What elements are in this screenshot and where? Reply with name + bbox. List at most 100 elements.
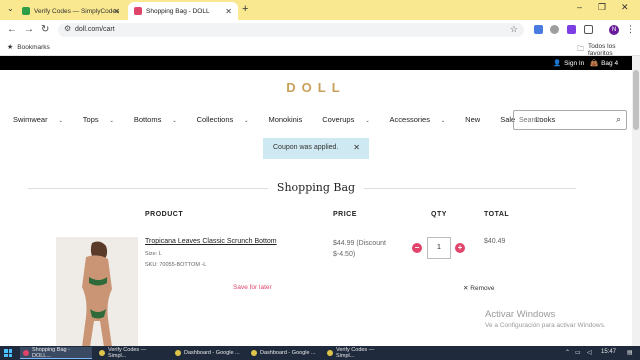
site-logo[interactable]: DOLL xyxy=(0,80,632,95)
nav-item-label: Coverups xyxy=(322,115,355,124)
tab-title: Verify Codes — SimplyCodes xyxy=(34,7,120,15)
windows-start-icon[interactable] xyxy=(4,349,12,357)
close-window-icon[interactable]: ✕ xyxy=(621,2,629,13)
nav-item-label: Bottoms xyxy=(133,115,162,124)
product-image[interactable] xyxy=(56,237,138,347)
column-header-product: PRODUCT xyxy=(145,211,184,218)
browser-tab-shopping-bag[interactable]: Shopping Bag - DOLL ✕ xyxy=(128,2,238,20)
taskbar-item-verify-codes-2[interactable]: Verify Codes — Simpl... xyxy=(324,347,396,359)
network-icon[interactable]: ▭ xyxy=(575,349,581,356)
search-box: ⌕ xyxy=(513,110,627,130)
quantity-input[interactable]: 1 xyxy=(427,237,451,259)
page-scrollbar[interactable] xyxy=(632,56,640,346)
chevron-down-icon: ⌄ xyxy=(109,118,114,124)
reload-icon[interactable]: ↻ xyxy=(41,24,49,35)
nav-item-swimwear[interactable]: Swimwear ⌄ xyxy=(13,115,73,124)
search-icon[interactable]: ⌕ xyxy=(616,114,621,125)
chevron-down-icon: ⌄ xyxy=(58,118,63,124)
remove-item-button[interactable]: ✕ Remove xyxy=(463,284,494,292)
browser-tab-verify-codes[interactable]: Verify Codes — SimplyCodes ✕ xyxy=(16,2,126,20)
remove-label: Remove xyxy=(470,285,495,292)
main-nav: Swimwear ⌄ Tops ⌄ Bottoms ⌄ Collections ⌄ Monoki… xyxy=(13,115,575,124)
taskbar-item-dashboard-2[interactable]: Dashboard - Google ... xyxy=(248,347,320,359)
close-notice-icon[interactable]: ✕ xyxy=(353,143,360,152)
sign-in-link[interactable]: 👤 Sign In xyxy=(553,59,584,68)
translate-extension-icon[interactable] xyxy=(534,25,543,34)
all-bookmarks-label: Todos los favoritos xyxy=(588,43,616,57)
site-info-icon[interactable]: ⚙ xyxy=(64,24,71,33)
bookmarks-label: Bookmarks xyxy=(17,43,50,51)
nav-item-monokinis[interactable]: Monokinis xyxy=(268,115,312,124)
increase-quantity-button[interactable]: + xyxy=(455,243,465,253)
tab-search-chevron-icon[interactable]: ⌄ xyxy=(7,4,14,13)
save-for-later-link[interactable]: Save for later xyxy=(233,284,272,291)
nav-item-new[interactable]: New xyxy=(465,115,490,124)
product-sku: SKU: 70055-BOTTOM -L xyxy=(145,262,207,268)
bookmark-star-icon[interactable]: ☆ xyxy=(510,24,518,35)
nav-item-collections[interactable]: Collections ⌄ xyxy=(197,115,259,124)
close-tab-icon[interactable]: ✕ xyxy=(225,7,232,16)
browser-menu-icon[interactable]: ⋮ xyxy=(626,24,635,35)
chrome-icon xyxy=(175,350,181,356)
bag-icon: 👜 xyxy=(590,60,599,67)
taskbar-item-verify-codes[interactable]: Verify Codes — Simpl... xyxy=(96,347,168,359)
nav-item-label: Accessories xyxy=(389,115,430,124)
nav-item-accessories[interactable]: Accessories ⌄ xyxy=(390,115,456,124)
extensions-puzzle-icon[interactable] xyxy=(584,25,593,34)
chrome-icon xyxy=(251,350,257,356)
product-name-link[interactable]: Tropicana Leaves Classic Scrunch Bottom xyxy=(145,238,277,245)
new-tab-icon[interactable]: + xyxy=(242,3,248,15)
taskbar-item-dashboard[interactable]: Dashboard - Google ... xyxy=(172,347,244,359)
windows-taskbar: Shopping Bag - DOLL... Verify Codes — Si… xyxy=(0,346,640,360)
chrome-icon xyxy=(99,350,105,356)
close-tab-icon[interactable]: ✕ xyxy=(113,7,120,16)
nav-item-label: Collections xyxy=(196,115,234,124)
clock[interactable]: 15:47 xyxy=(601,349,616,355)
profile-avatar[interactable]: N xyxy=(609,25,619,35)
bookmarks-button[interactable]: ★ Bookmarks xyxy=(7,43,50,52)
search-input[interactable] xyxy=(519,114,609,126)
product-total: $40.49 xyxy=(484,238,506,245)
url-text[interactable]: doll.com/cart xyxy=(75,26,115,33)
notice-message: Coupon was applied. xyxy=(273,144,339,151)
extension-a-icon[interactable] xyxy=(567,25,576,34)
chevron-down-icon: ⌄ xyxy=(244,118,249,124)
forward-arrow-icon[interactable]: → xyxy=(24,24,34,35)
maximize-icon[interactable]: ❐ xyxy=(598,2,606,13)
volume-icon[interactable]: ◁ xyxy=(587,349,592,356)
taskbar-item-label: Dashboard - Google ... xyxy=(184,350,240,356)
nav-item-bottoms[interactable]: Bottoms ⌄ xyxy=(134,115,187,124)
scrollbar-thumb[interactable] xyxy=(633,70,639,130)
taskbar-item-label: Verify Codes — Simpl... xyxy=(108,347,147,359)
product-photo xyxy=(56,237,138,347)
product-size: Size: L xyxy=(145,251,162,257)
minimize-icon[interactable]: – xyxy=(577,2,582,12)
nav-item-label: New xyxy=(465,115,481,124)
bookmarks-bar: ★ Bookmarks 🗀 Todos los favoritos xyxy=(0,40,640,57)
tray-chevron-icon[interactable]: ⌃ xyxy=(565,349,570,356)
coupon-notice: Coupon was applied. ✕ xyxy=(263,138,369,159)
nav-item-coverups[interactable]: Coverups ⌄ xyxy=(322,115,379,124)
page-title: Shopping Bag xyxy=(276,181,356,194)
back-arrow-icon[interactable]: ← xyxy=(7,24,17,35)
simplycodes-favicon-icon xyxy=(22,7,30,15)
taskbar-item-shopping-bag[interactable]: Shopping Bag - DOLL... xyxy=(20,347,92,359)
address-bar[interactable]: ⚙ doll.com/cart ☆ xyxy=(58,23,524,37)
site-top-bar: 👤 Sign In 👜 Bag 4 xyxy=(0,56,632,70)
nav-item-label: Tops xyxy=(82,115,99,124)
tab-title: Shopping Bag - DOLL xyxy=(146,7,210,15)
decrease-quantity-button[interactable]: − xyxy=(412,243,422,253)
extension-icon[interactable] xyxy=(550,25,559,34)
browser-tab-strip: ⌄ Verify Codes — SimplyCodes ✕ Shopping … xyxy=(0,0,640,20)
column-header-qty: QTY xyxy=(431,211,447,218)
all-bookmarks-button[interactable]: 🗀 Todos los favoritos xyxy=(577,43,640,57)
browser-toolbar: ← → ↻ ⚙ doll.com/cart ☆ N ⋮ xyxy=(0,20,640,40)
bag-link[interactable]: 👜 Bag 4 xyxy=(590,59,618,68)
folder-icon: 🗀 xyxy=(577,45,584,53)
chrome-icon xyxy=(23,349,29,356)
taskbar-item-label: Verify Codes — Simpl... xyxy=(336,347,375,359)
notifications-icon[interactable]: ▤ xyxy=(627,349,633,356)
watermark-title: Activar Windows xyxy=(485,309,556,320)
nav-item-tops[interactable]: Tops ⌄ xyxy=(83,115,124,124)
watermark-subtitle: Ve a Configuración para activar Windows. xyxy=(485,322,606,329)
